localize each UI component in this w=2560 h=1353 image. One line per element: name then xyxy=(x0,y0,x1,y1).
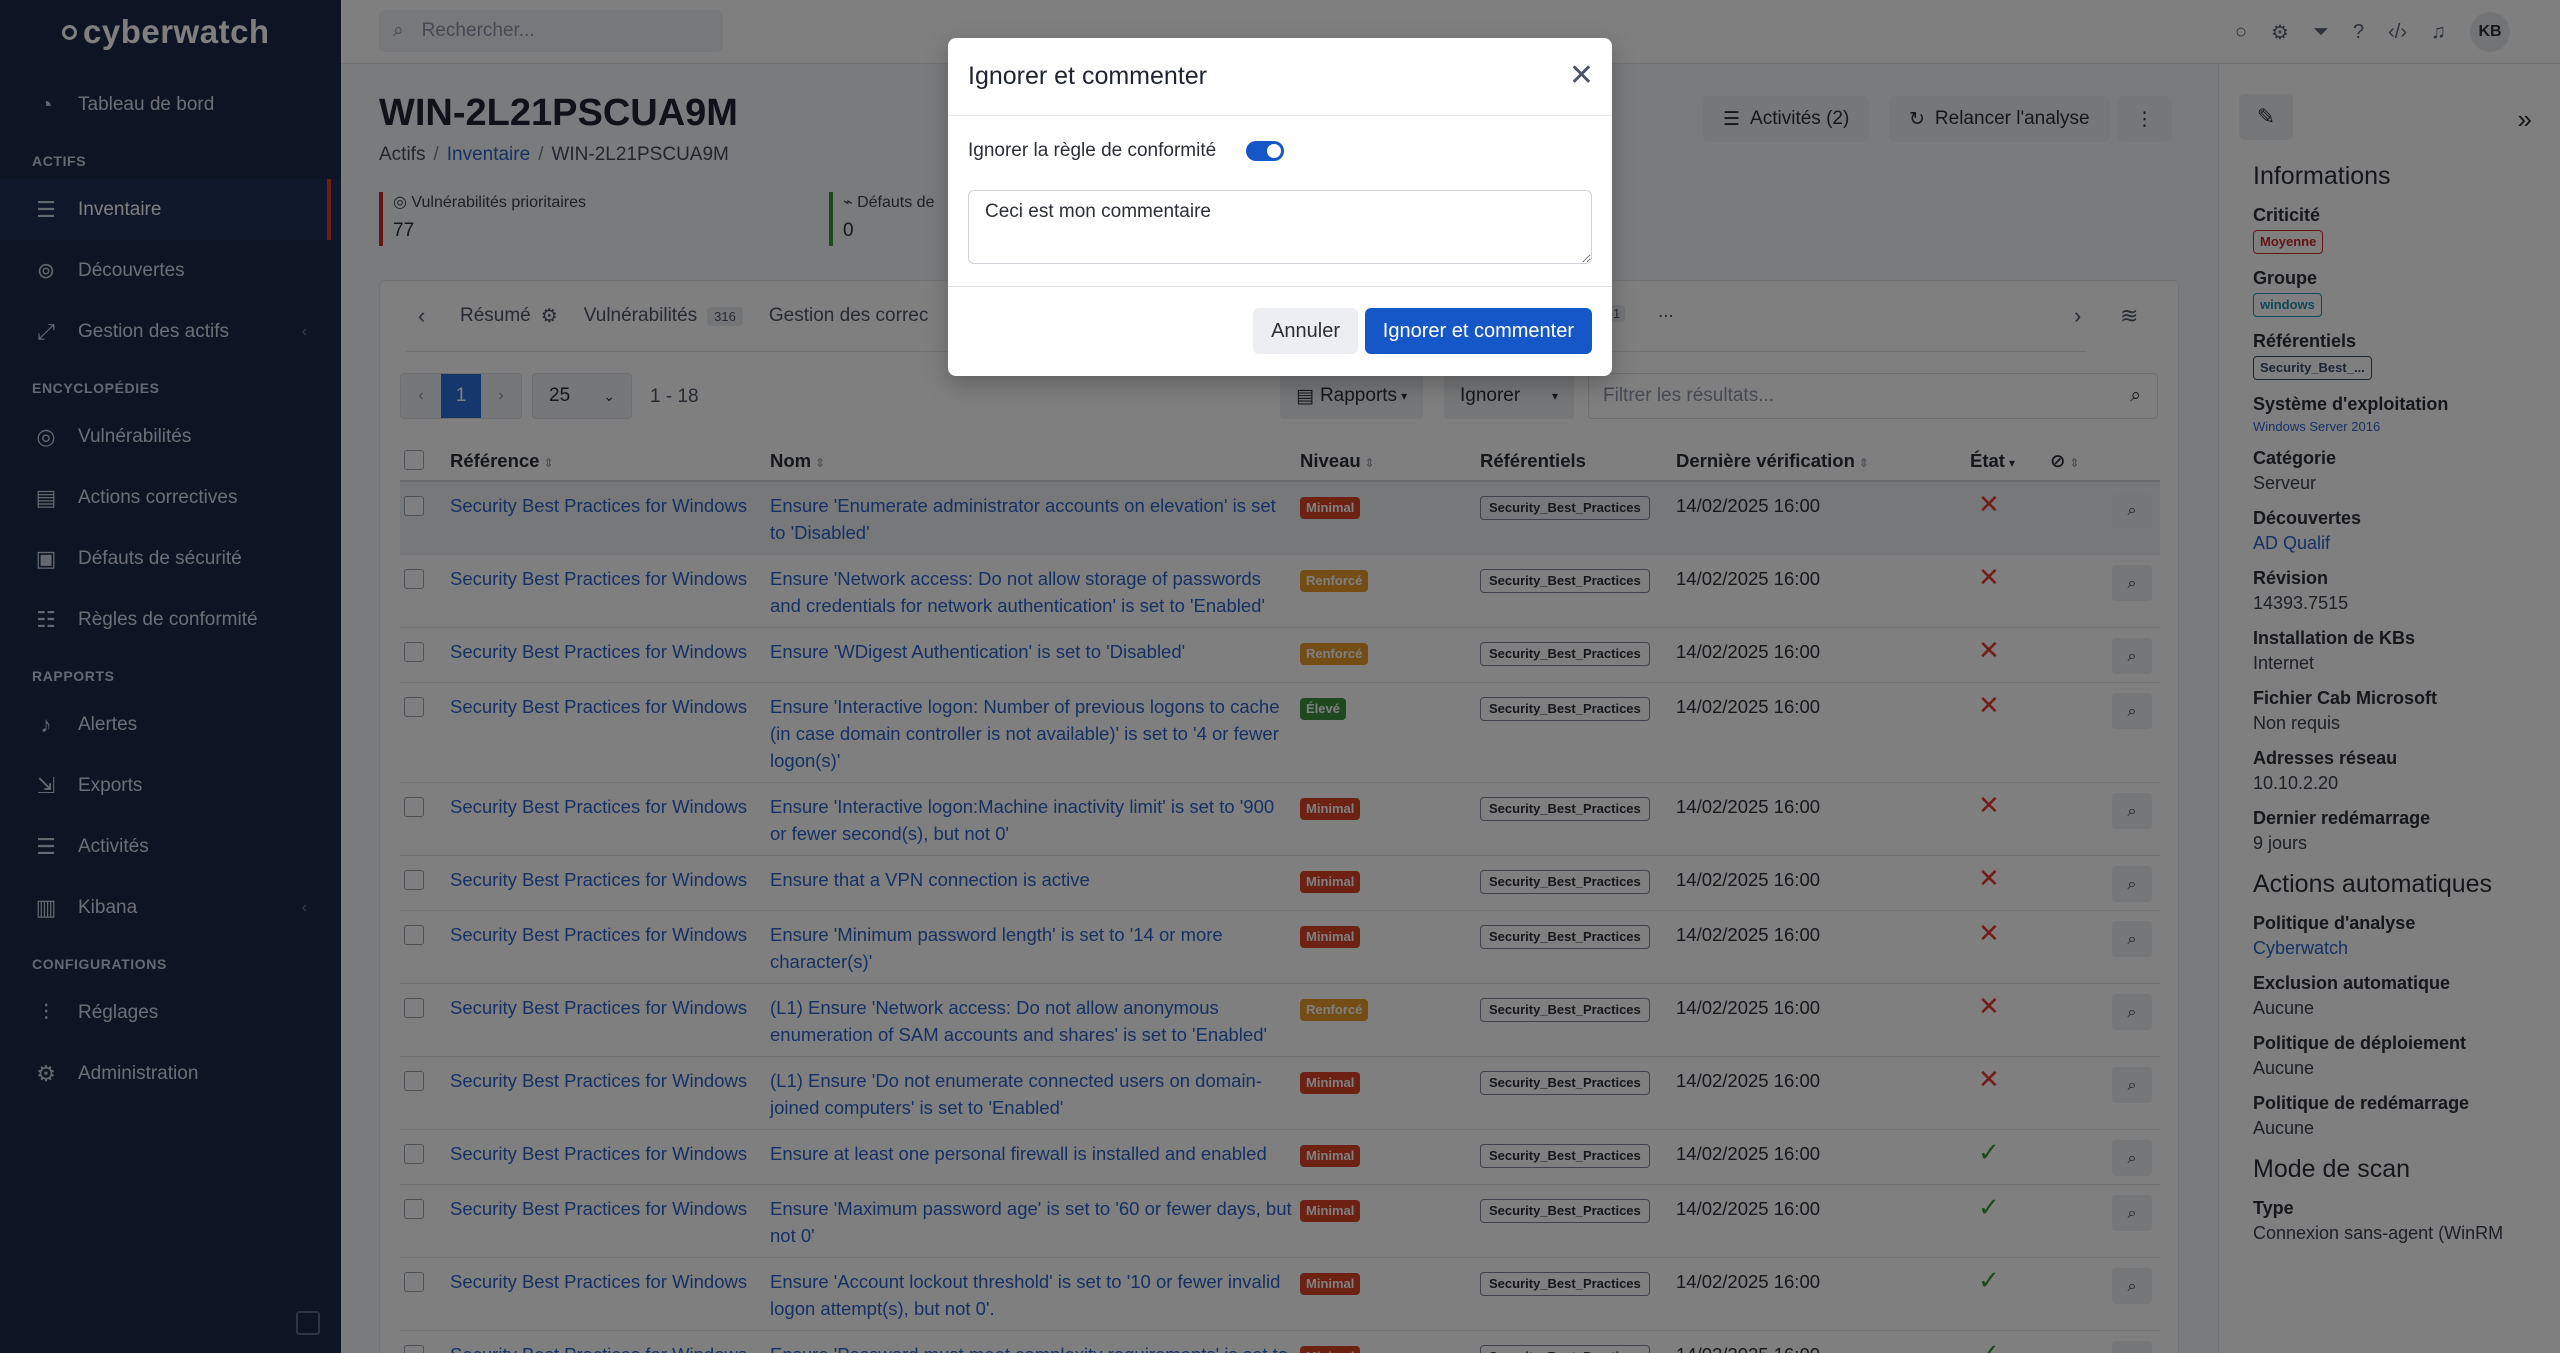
modal-title: Ignorer et commenter xyxy=(968,62,1207,90)
toggle-label: Ignorer la règle de conformité xyxy=(968,140,1217,161)
ignore-rule-toggle[interactable] xyxy=(1246,141,1285,161)
ignore-and-comment-button[interactable]: Ignorer et commenter xyxy=(1364,308,1592,354)
close-icon[interactable]: ✕ xyxy=(1569,58,1594,93)
ignore-toggle-row: Ignorer la règle de conformité xyxy=(968,140,1285,162)
ignore-comment-modal: Ignorer et commenter ✕ Ignorer la règle … xyxy=(948,38,1612,376)
modal-header: Ignorer et commenter ✕ xyxy=(948,38,1612,116)
comment-textarea[interactable] xyxy=(968,190,1592,264)
modal-footer: Annuler Ignorer et commenter xyxy=(948,286,1612,376)
cancel-button[interactable]: Annuler xyxy=(1253,308,1358,354)
